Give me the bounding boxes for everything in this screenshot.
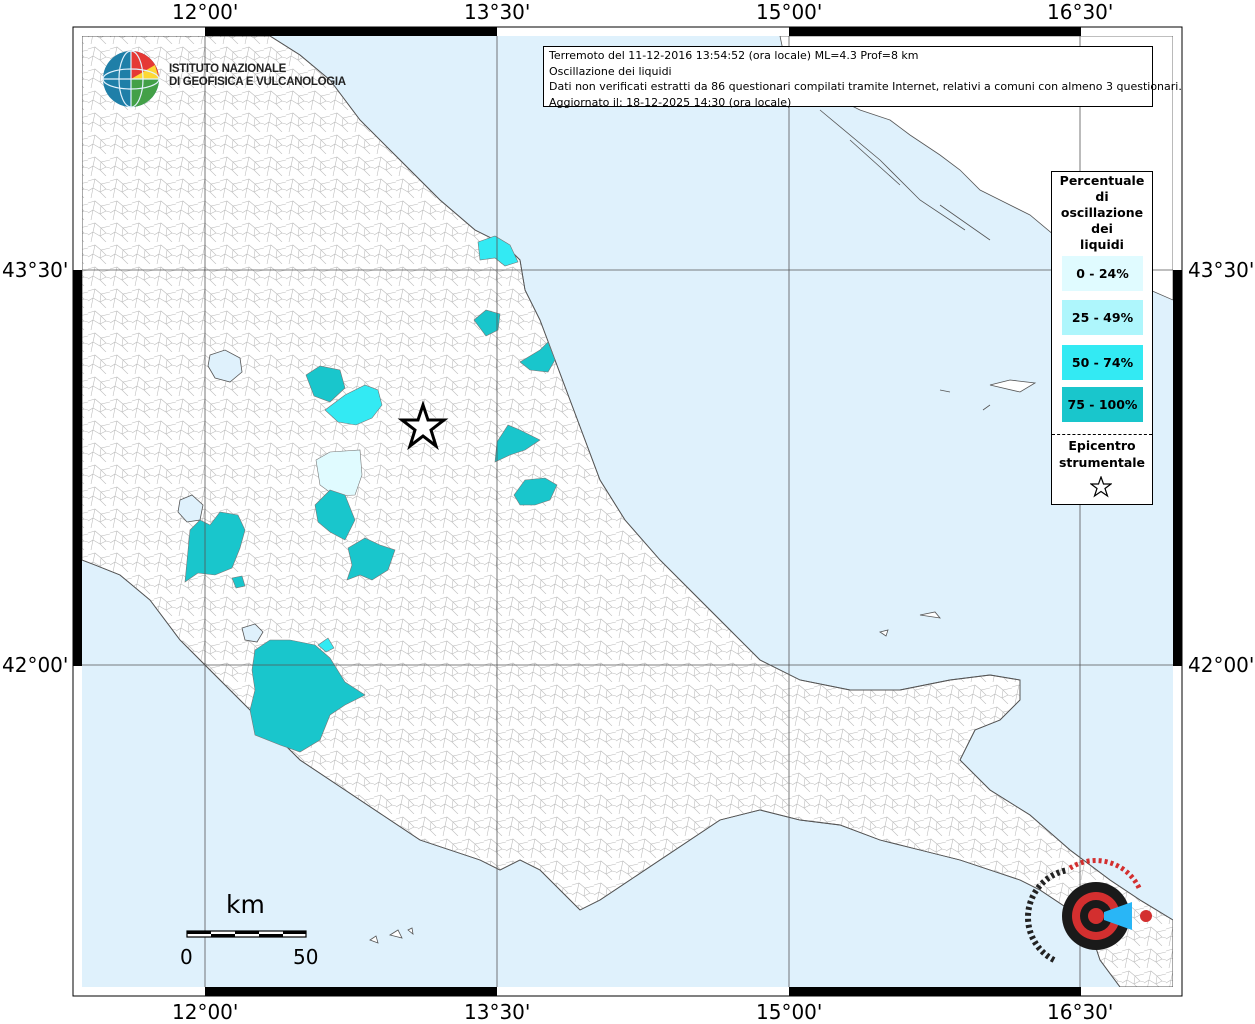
- data-note: Dati non verificati estratti da 86 quest…: [549, 80, 1182, 93]
- lat-label-left: 43°30': [2, 258, 69, 282]
- legend-epicenter-line: strumentale: [1058, 455, 1146, 470]
- legend-item-25-49: 25 - 49%: [1062, 300, 1143, 335]
- legend-title-line: liquidi: [1080, 237, 1124, 252]
- ingv-logo-icon: [102, 50, 160, 108]
- legend-item-50-74: 50 - 74%: [1062, 345, 1143, 380]
- lat-label-left: 42°00': [2, 653, 69, 677]
- legend-title-line: Percentuale: [1059, 173, 1145, 188]
- update-timestamp: Aggiornato il: 18-12-2025 14:30 (ora loc…: [549, 95, 792, 109]
- legend: Percentuale di oscillazione dei liquidi …: [1051, 171, 1153, 505]
- legend-epicenter-line: Epicentro: [1068, 438, 1136, 453]
- legend-title-line: oscillazione: [1060, 205, 1144, 220]
- legend-epicenter-label: Epicentro strumentale: [1052, 437, 1152, 471]
- legend-title: Percentuale di oscillazione dei liquidi: [1052, 173, 1152, 253]
- lon-label-top: 15°00': [756, 0, 823, 24]
- legend-star-icon: [1090, 476, 1112, 498]
- legend-item-75-100: 75 - 100%: [1062, 387, 1143, 422]
- legend-item-0-24: 0 - 24%: [1062, 256, 1143, 291]
- map-content: [82, 36, 1173, 987]
- event-info-box: Terremoto del 11-12-2016 13:54:52 (ora l…: [543, 46, 1182, 109]
- lat-label-right: 43°30': [1188, 258, 1255, 282]
- lon-label-bottom: 16°30': [1047, 1000, 1114, 1024]
- scale-bar: [186, 930, 307, 938]
- map-canvas: [72, 26, 1183, 997]
- event-title: Terremoto del 11-12-2016 13:54:52 (ora l…: [549, 49, 919, 62]
- scale-max-label: 50: [293, 945, 319, 969]
- lat-label-right: 42°00': [1188, 653, 1255, 677]
- ingv-logo-text: ISTITUTO NAZIONALE DI GEOFISICA E VULCAN…: [169, 63, 346, 89]
- lon-label-top: 12°00': [172, 0, 239, 24]
- lon-label-bottom: 15°00': [756, 1000, 823, 1024]
- map-subject: Oscillazione dei liquidi: [549, 64, 672, 78]
- lon-label-bottom: 12°00': [172, 1000, 239, 1024]
- legend-title-line: di: [1095, 189, 1109, 204]
- scale-unit: km: [226, 890, 265, 919]
- lon-label-top: 13°30': [464, 0, 531, 24]
- logo-line-1: ISTITUTO NAZIONALE: [169, 63, 287, 75]
- logo-line-2: DI GEOFISICA E VULCANOLOGIA: [169, 76, 346, 88]
- legend-title-line: dei: [1091, 221, 1113, 236]
- legend-divider: [1052, 434, 1152, 435]
- lon-label-top: 16°30': [1047, 0, 1114, 24]
- scale-min-label: 0: [180, 945, 193, 969]
- lon-label-bottom: 13°30': [464, 1000, 531, 1024]
